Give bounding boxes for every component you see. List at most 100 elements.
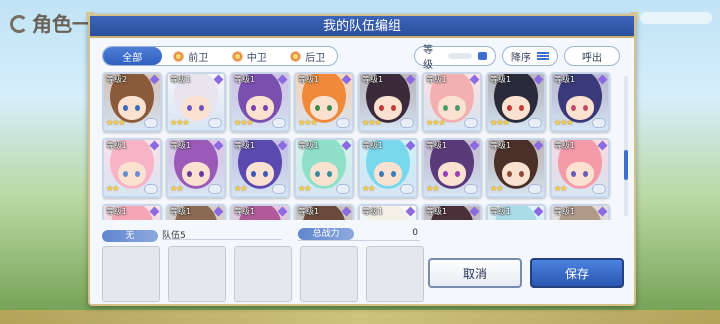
eye: [379, 105, 384, 111]
team-slot-1[interactable]: [102, 246, 160, 302]
star-rating: ★★★: [170, 118, 189, 127]
sort-descending-icon: [537, 52, 549, 60]
character-card[interactable]: 等级2 ★★★: [102, 72, 162, 132]
eye: [519, 171, 524, 177]
rank-badge: [208, 118, 222, 128]
team-slot-3[interactable]: [234, 246, 292, 302]
character-level: 等级1: [490, 141, 512, 150]
sort-order-button[interactable]: 降序: [502, 46, 558, 66]
eye: [187, 171, 192, 177]
character-level: 等级1: [554, 207, 576, 216]
star-rating: ★★: [362, 184, 375, 193]
character-card[interactable]: 等级1: [486, 204, 546, 220]
character-card[interactable]: 等级1: [102, 204, 162, 220]
save-button[interactable]: 保存: [530, 258, 624, 288]
star-rating: ★★★: [490, 118, 509, 127]
character-card[interactable]: 等级1 ★★: [422, 138, 482, 198]
eye: [135, 105, 140, 111]
character-card[interactable]: 等级1 ★★★: [294, 72, 354, 132]
character-level: 等级1: [106, 207, 128, 216]
character-card[interactable]: 等级1 ★★: [230, 138, 290, 198]
rank-badge: [400, 184, 414, 194]
eye: [507, 105, 512, 111]
eye: [187, 105, 192, 111]
character-card[interactable]: 等级1: [422, 204, 482, 220]
character-card[interactable]: 等级1 ★★: [166, 138, 226, 198]
rank-badge: [336, 184, 350, 194]
character-level: 等级1: [426, 141, 448, 150]
rank-badge: [592, 184, 606, 194]
character-level: 等级1: [426, 75, 448, 84]
eye: [315, 171, 320, 177]
total-power-value: 0: [412, 228, 418, 238]
character-card[interactable]: 等级1 ★★★: [358, 72, 418, 132]
character-level: 等级1: [490, 207, 512, 216]
swirl-icon: [10, 15, 28, 33]
character-card[interactable]: 等级1: [358, 204, 418, 220]
tab-all[interactable]: 全部: [103, 47, 162, 65]
sort-toggle-icon: [477, 52, 487, 60]
summon-button[interactable]: 呼出: [564, 46, 620, 66]
eye: [583, 171, 588, 177]
character-card[interactable]: 等级1 ★★★: [550, 72, 610, 132]
dialog-title: 我的队伍编组: [90, 16, 634, 38]
rank-badge: [528, 118, 542, 128]
character-level: 等级1: [170, 207, 192, 216]
character-card[interactable]: 等级1 ★★: [358, 138, 418, 198]
position-filter-tabs: 全部 前卫 中卫 后卫: [102, 46, 338, 66]
character-level: 等级1: [234, 141, 256, 150]
star-rating: ★★: [106, 184, 119, 193]
character-card[interactable]: 等级1: [230, 204, 290, 220]
character-card[interactable]: 等级1 ★★★: [486, 72, 546, 132]
character-level: 等级1: [298, 141, 320, 150]
character-level: 等级1: [234, 207, 256, 216]
eye: [315, 105, 320, 111]
team-slot-2[interactable]: [168, 246, 226, 302]
team-slot-5[interactable]: [366, 246, 424, 302]
cancel-button[interactable]: 取消: [428, 258, 522, 288]
roster-scrollbar[interactable]: [624, 76, 628, 216]
rank-badge: [464, 118, 478, 128]
eye: [455, 105, 460, 111]
character-card[interactable]: 等级1: [294, 204, 354, 220]
tab-midguard[interactable]: 中卫: [220, 47, 279, 65]
rank-badge: [400, 118, 414, 128]
eye: [391, 105, 396, 111]
character-level: 等级1: [426, 207, 448, 216]
star-rating: ★★★: [106, 118, 125, 127]
character-level: 等级2: [106, 75, 128, 84]
character-card[interactable]: 等级1 ★★: [486, 138, 546, 198]
character-level: 等级1: [106, 141, 128, 150]
character-card[interactable]: 等级1: [166, 204, 226, 220]
eye: [263, 171, 268, 177]
character-card[interactable]: 等级1: [550, 204, 610, 220]
tab-vanguard[interactable]: 前卫: [162, 47, 221, 65]
eye: [443, 171, 448, 177]
scroll-thumb[interactable]: [624, 150, 628, 180]
tab-rearguard[interactable]: 后卫: [279, 47, 338, 65]
character-level: 等级1: [298, 75, 320, 84]
eye: [263, 105, 268, 111]
team-slot-4[interactable]: [300, 246, 358, 302]
character-card[interactable]: 等级1 ★★★: [230, 72, 290, 132]
character-card[interactable]: 等级1 ★★: [102, 138, 162, 198]
sort-by-level-button[interactable]: 等级: [414, 45, 496, 71]
star-rating: ★★★: [554, 118, 573, 127]
background-screen-title: 角色一: [10, 8, 96, 36]
character-card[interactable]: 等级1 ★★: [550, 138, 610, 198]
character-card[interactable]: 等级1 ★★: [294, 138, 354, 198]
eye: [391, 171, 396, 177]
eye: [199, 105, 204, 111]
star-rating: ★★★: [234, 118, 253, 127]
team-edit-dialog: 我的队伍编组 全部 前卫 中卫 后卫 等级 降序 呼出 等级2 ★★★ 等级1 ★★★…: [86, 12, 638, 306]
character-card[interactable]: 等级1 ★★★: [166, 72, 226, 132]
rank-badge: [144, 184, 158, 194]
character-card[interactable]: 等级1 ★★★: [422, 72, 482, 132]
character-level: 等级1: [554, 75, 576, 84]
star-rating: ★★: [554, 184, 567, 193]
rank-badge: [336, 118, 350, 128]
divider: [162, 239, 282, 240]
eye: [199, 171, 204, 177]
star-rating: ★★★: [298, 118, 317, 127]
star-rating: ★★: [426, 184, 439, 193]
